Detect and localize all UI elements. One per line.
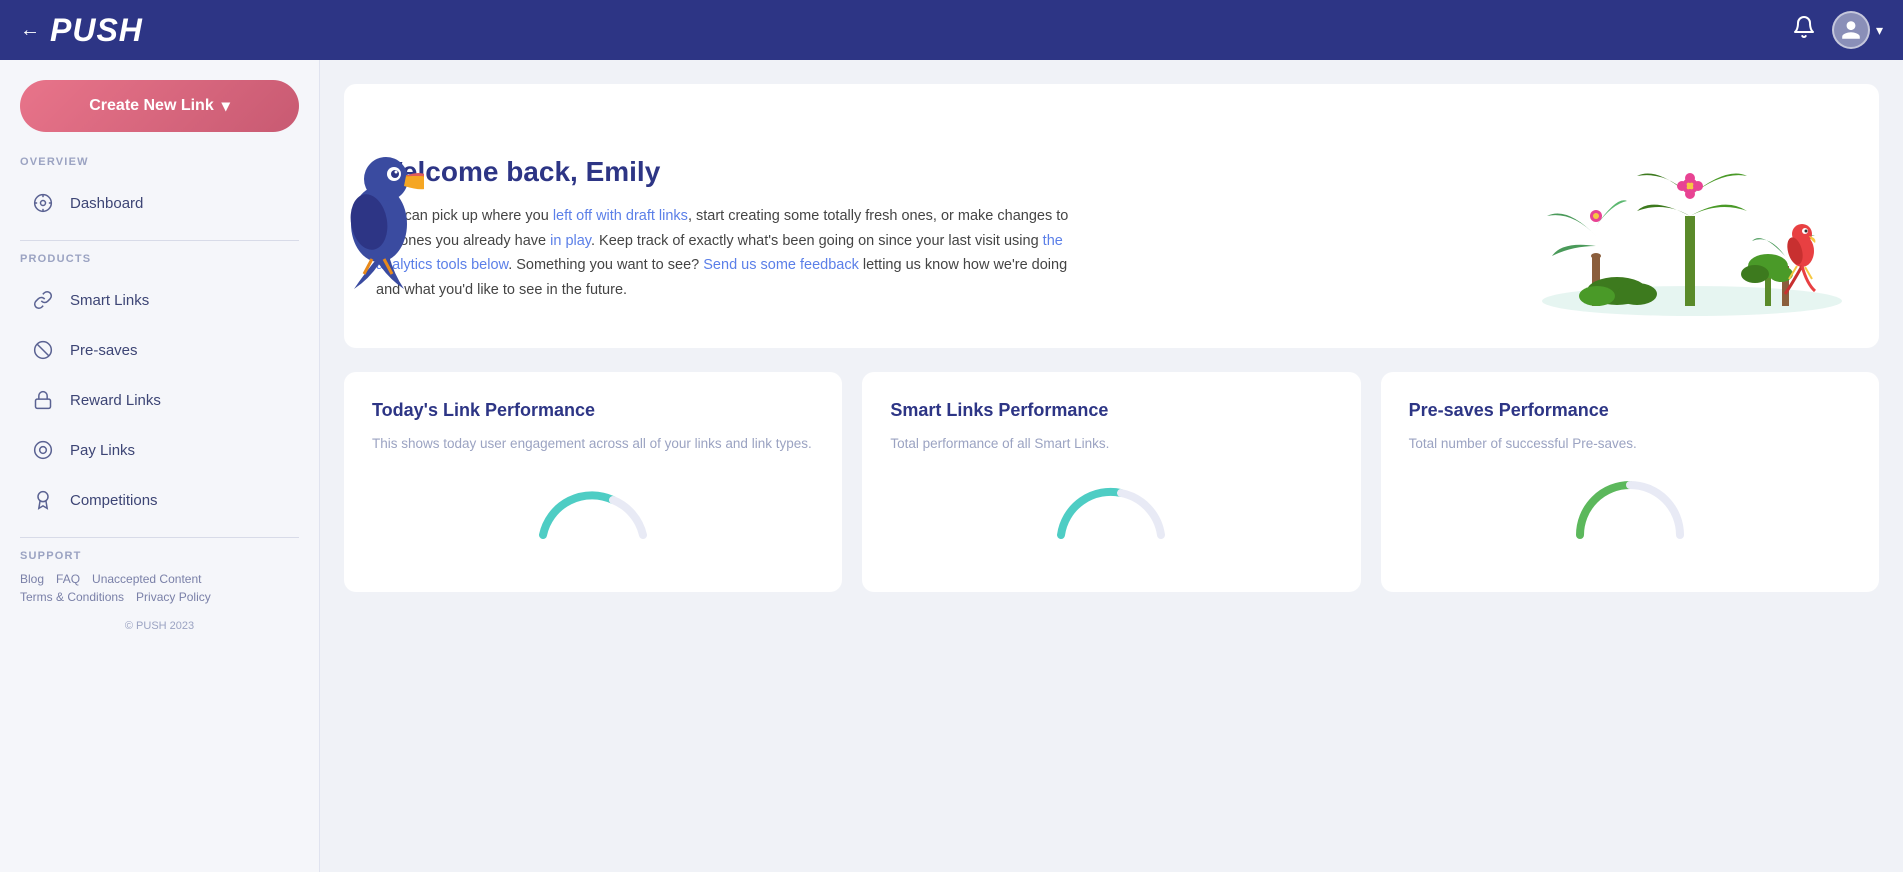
sidebar-item-pre-saves[interactable]: Pre-saves: [20, 325, 299, 375]
terms-link[interactable]: Terms & Conditions: [20, 590, 124, 604]
smart-links-performance-desc: Total performance of all Smart Links.: [890, 433, 1332, 455]
overview-section-label: OVERVIEW: [20, 156, 299, 168]
welcome-body: You can pick up where you left off with …: [376, 204, 1076, 303]
unaccepted-content-link[interactable]: Unaccepted Content: [92, 572, 201, 586]
today-link-performance-desc: This shows today user engagement across …: [372, 433, 814, 455]
smart-links-performance-card: Smart Links Performance Total performanc…: [862, 372, 1360, 592]
pay-links-icon: [30, 437, 56, 463]
support-section-label: SUPPORT: [20, 550, 299, 562]
sidebar-item-competitions[interactable]: Competitions: [20, 475, 299, 525]
sidebar-item-smart-links[interactable]: Smart Links: [20, 275, 299, 325]
pre-saves-icon: [30, 337, 56, 363]
avatar: [1832, 11, 1870, 49]
pre-saves-chart: [1409, 475, 1851, 545]
create-new-link-button[interactable]: Create New Link ▾: [20, 80, 299, 132]
welcome-text-content: Welcome back, Emily You can pick up wher…: [376, 116, 1076, 303]
welcome-card: Welcome back, Emily You can pick up wher…: [344, 84, 1879, 348]
avatar-chevron-icon: ▾: [1876, 22, 1883, 39]
sidebar-item-pay-links-label: Pay Links: [70, 442, 135, 459]
reward-links-icon: [30, 387, 56, 413]
welcome-title: Welcome back, Emily: [376, 156, 1076, 188]
app-header: ← PUSH ▾: [0, 0, 1903, 60]
notification-bell-icon[interactable]: [1792, 15, 1816, 45]
support-section: SUPPORT Blog FAQ Unaccepted Content Term…: [20, 550, 299, 604]
copyright-text: © PUSH 2023: [20, 620, 299, 648]
header-right-section: ▾: [1792, 11, 1883, 49]
create-btn-chevron: ▾: [222, 96, 230, 116]
faq-link[interactable]: FAQ: [56, 572, 80, 586]
sidebar-item-dashboard-label: Dashboard: [70, 195, 143, 212]
today-link-chart: [372, 475, 814, 545]
competitions-icon: [30, 487, 56, 513]
sidebar-item-reward-links[interactable]: Reward Links: [20, 375, 299, 425]
avatar-button[interactable]: ▾: [1832, 11, 1883, 49]
sidebar-item-dashboard[interactable]: Dashboard: [20, 178, 299, 228]
sidebar-item-reward-links-label: Reward Links: [70, 392, 161, 409]
create-btn-label: Create New Link: [89, 97, 213, 115]
blog-link[interactable]: Blog: [20, 572, 44, 586]
support-links-container: Blog FAQ Unaccepted Content Terms & Cond…: [20, 572, 299, 604]
sidebar-item-competitions-label: Competitions: [70, 492, 158, 509]
main-layout: Create New Link ▾ OVERVIEW Dashboard PRO…: [0, 60, 1903, 872]
sidebar-item-pay-links[interactable]: Pay Links: [20, 425, 299, 475]
app-logo: PUSH: [50, 12, 1792, 49]
dashboard-icon: [30, 190, 56, 216]
toucan-illustration: [344, 94, 424, 299]
back-button[interactable]: ←: [20, 19, 40, 42]
smart-links-performance-title: Smart Links Performance: [890, 400, 1332, 421]
sidebar-item-smart-links-label: Smart Links: [70, 292, 149, 309]
sidebar: Create New Link ▾ OVERVIEW Dashboard PRO…: [0, 60, 320, 872]
sidebar-divider-2: [20, 537, 299, 538]
sidebar-divider-1: [20, 240, 299, 241]
smart-links-icon: [30, 287, 56, 313]
smart-links-chart: [890, 475, 1332, 545]
products-section-label: PRODUCTS: [20, 253, 299, 265]
pre-saves-performance-title: Pre-saves Performance: [1409, 400, 1851, 421]
cards-row: Today's Link Performance This shows toda…: [344, 372, 1879, 592]
today-link-performance-card: Today's Link Performance This shows toda…: [344, 372, 842, 592]
pre-saves-performance-card: Pre-saves Performance Total number of su…: [1381, 372, 1879, 592]
main-content: Welcome back, Emily You can pick up wher…: [320, 60, 1903, 872]
today-link-performance-title: Today's Link Performance: [372, 400, 814, 421]
sidebar-item-pre-saves-label: Pre-saves: [70, 342, 138, 359]
welcome-illustration: [1527, 116, 1847, 316]
privacy-link[interactable]: Privacy Policy: [136, 590, 211, 604]
pre-saves-performance-desc: Total number of successful Pre-saves.: [1409, 433, 1851, 455]
